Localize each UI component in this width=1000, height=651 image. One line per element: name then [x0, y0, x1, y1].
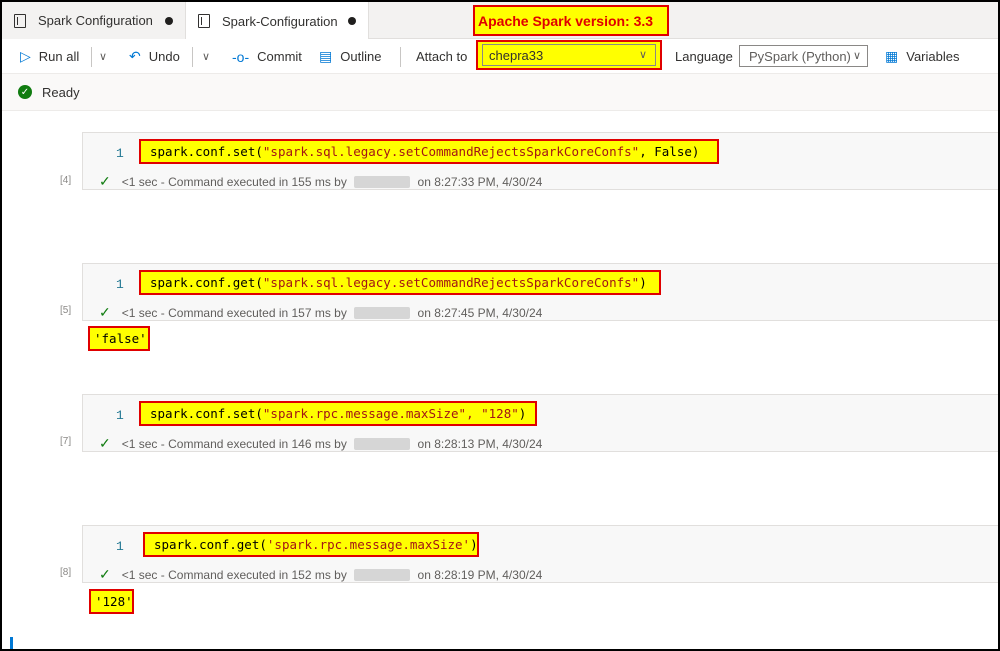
variables-icon: ▦	[885, 48, 899, 64]
chevron-down-icon: ∨	[638, 49, 647, 61]
check-icon: ✓	[99, 304, 111, 320]
line-number: 1	[116, 277, 124, 292]
unsaved-dot-icon	[165, 17, 173, 25]
language-value: PySpark (Python)	[749, 48, 851, 64]
chevron-down-icon: ∨	[202, 51, 211, 63]
divider	[400, 47, 401, 67]
language-label: Language	[675, 49, 733, 64]
code-string: "spark.rpc.message.maxSize", "128"	[262, 406, 519, 421]
redacted-user	[354, 175, 411, 188]
code-tail: )	[470, 537, 478, 552]
check-icon: ✓	[99, 173, 111, 189]
cell-output: '128'	[89, 589, 134, 614]
session-status-bar: ✓ Ready	[2, 74, 998, 111]
code-line[interactable]: spark.conf.set("spark.rpc.message.maxSiz…	[139, 401, 537, 426]
chevron-down-icon: ∨	[99, 51, 108, 63]
commit-button[interactable]: -o- Commit	[232, 39, 302, 74]
run-all-label: Run all	[38, 49, 80, 64]
undo-button[interactable]: ↶ Undo	[129, 39, 180, 74]
divider	[91, 47, 92, 67]
code-tail: )	[518, 406, 527, 421]
redacted-user	[354, 437, 411, 450]
exec-duration: <1 sec	[121, 567, 158, 582]
code-tail: )	[639, 275, 647, 290]
line-number: 1	[116, 539, 124, 554]
cell-output: 'false'	[88, 326, 150, 351]
exec-timestamp: on 8:28:19 PM, 4/30/24	[414, 567, 543, 582]
redacted-user	[354, 568, 411, 581]
code-line[interactable]: spark.conf.get("spark.sql.legacy.setComm…	[139, 270, 661, 295]
undo-label: Undo	[148, 49, 180, 64]
tab-spark-configuration[interactable]: Spark Configuration	[2, 2, 186, 39]
code-cell[interactable]: 1 spark.conf.get('spark.rpc.message.maxS…	[82, 525, 998, 583]
unsaved-dot-icon	[348, 17, 356, 25]
spark-version-callout: Apache Spark version: 3.3	[473, 5, 669, 36]
line-number: 1	[116, 408, 124, 423]
attach-to-label: Attach to	[416, 49, 468, 64]
code-string: "spark.sql.legacy.setCommandRejectsSpark…	[262, 275, 640, 290]
outline-label: Outline	[340, 49, 382, 64]
execution-status: ✓ <1 sec - Command executed in 146 ms by …	[99, 435, 542, 452]
code-cell[interactable]: 1 spark.conf.get("spark.sql.legacy.setCo…	[82, 263, 998, 321]
exec-detail: - Command executed in 146 ms by	[157, 436, 351, 451]
run-options-dropdown[interactable]: ∨	[99, 39, 107, 74]
execution-count: [7]	[60, 436, 72, 447]
code-cell[interactable]: 1 spark.conf.set("spark.sql.legacy.setCo…	[82, 132, 998, 190]
play-icon: ▷	[20, 48, 31, 64]
exec-duration: <1 sec	[121, 436, 158, 451]
tab-label: Spark-Configuration	[222, 13, 338, 29]
tab-label: Spark Configuration	[38, 13, 153, 28]
code-cell[interactable]: 1 spark.conf.set("spark.rpc.message.maxS…	[82, 394, 998, 452]
variables-label: Variables	[906, 49, 960, 64]
code-function: spark.conf.set(	[150, 406, 263, 421]
check-icon: ✓	[99, 566, 111, 582]
exec-timestamp: on 8:27:45 PM, 4/30/24	[414, 305, 543, 320]
exec-detail: - Command executed in 157 ms by	[157, 305, 351, 320]
execution-count: [8]	[60, 567, 72, 578]
notebook-icon	[14, 13, 26, 28]
code-function: spark.conf.get(	[150, 275, 263, 290]
variables-button[interactable]: ▦ Variables	[885, 39, 959, 74]
line-number: 1	[116, 146, 124, 161]
attach-to-highlight: chepra33 ∨	[476, 40, 662, 70]
code-function: spark.conf.set(	[150, 144, 263, 159]
exec-duration: <1 sec	[121, 174, 158, 189]
execution-count: [4]	[60, 175, 72, 186]
exec-detail: - Command executed in 152 ms by	[157, 567, 351, 582]
notebook-icon	[198, 14, 210, 28]
scroll-indicator	[10, 637, 13, 649]
chevron-down-icon: ∨	[852, 50, 861, 62]
undo-options-dropdown[interactable]: ∨	[202, 39, 210, 74]
exec-duration: <1 sec	[121, 305, 158, 320]
divider	[192, 47, 193, 67]
code-line[interactable]: spark.conf.set("spark.sql.legacy.setComm…	[139, 139, 719, 164]
code-tail: , False)	[639, 144, 700, 159]
redacted-user	[354, 306, 411, 319]
tab-spark-configuration-active[interactable]: Spark-Configuration	[186, 2, 369, 40]
undo-icon: ↶	[129, 48, 141, 64]
status-text: Ready	[42, 84, 80, 100]
code-string: "spark.sql.legacy.setCommandRejectsSpark…	[262, 144, 640, 159]
outline-button[interactable]: ▤ Outline	[319, 39, 381, 74]
code-string: 'spark.rpc.message.maxSize'	[266, 537, 471, 552]
attach-to-value: chepra33	[489, 47, 544, 63]
code-function: spark.conf.get(	[154, 537, 267, 552]
attach-to-select[interactable]: chepra33 ∨	[482, 44, 656, 66]
commit-icon: -o-	[232, 48, 250, 65]
run-all-button[interactable]: ▷ Run all	[20, 39, 79, 74]
code-line[interactable]: spark.conf.get('spark.rpc.message.maxSiz…	[143, 532, 479, 557]
execution-status: ✓ <1 sec - Command executed in 152 ms by …	[99, 566, 542, 583]
check-icon: ✓	[99, 435, 111, 451]
check-circle-icon: ✓	[18, 85, 32, 99]
commit-label: Commit	[257, 49, 302, 64]
execution-count: [5]	[60, 305, 72, 316]
exec-timestamp: on 8:27:33 PM, 4/30/24	[414, 174, 543, 189]
execution-status: ✓ <1 sec - Command executed in 155 ms by …	[99, 173, 542, 190]
exec-detail: - Command executed in 155 ms by	[157, 174, 351, 189]
exec-timestamp: on 8:28:13 PM, 4/30/24	[414, 436, 543, 451]
execution-status: ✓ <1 sec - Command executed in 157 ms by …	[99, 304, 542, 321]
outline-icon: ▤	[319, 48, 333, 64]
language-select[interactable]: PySpark (Python) ∨	[739, 45, 868, 67]
